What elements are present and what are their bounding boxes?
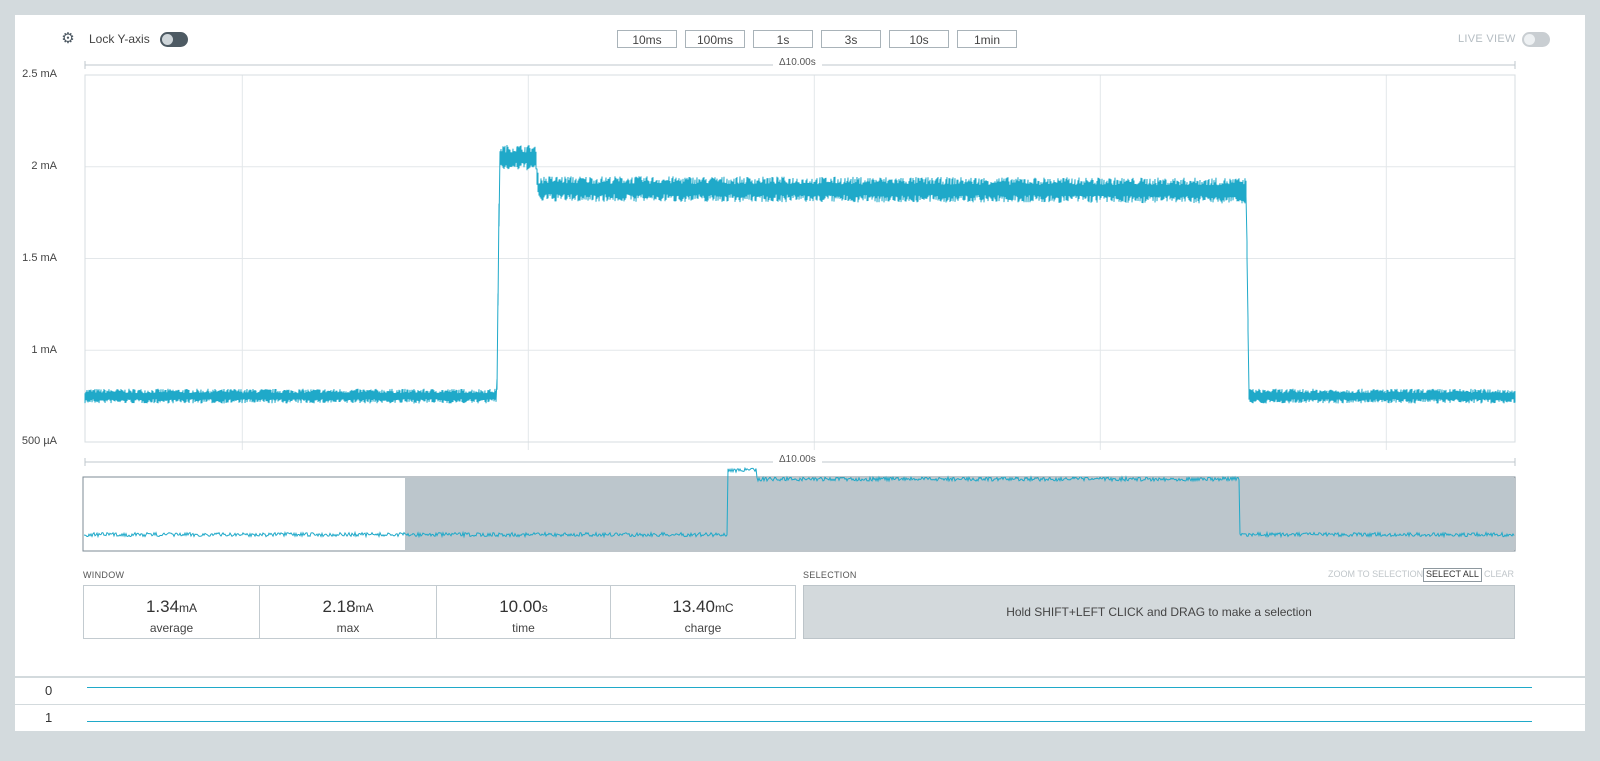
selection-section-title: SELECTION: [803, 570, 857, 580]
current-chart[interactable]: [15, 15, 1585, 560]
digital-channel-label: 1: [45, 710, 53, 725]
stat-number: 13.40: [672, 597, 715, 616]
current-trace: [84, 144, 1516, 404]
stat-value: 10.00s: [437, 597, 610, 617]
window-stats: 1.34mA average 2.18mA max 10.00s time 13…: [83, 585, 796, 639]
stat-value: 1.34mA: [84, 597, 259, 617]
digital-channel-trace: [87, 687, 1532, 688]
stat-unit: mA: [355, 601, 374, 615]
y-tick-label: 2.5 mA: [22, 68, 57, 80]
stat-value: 13.40mC: [611, 597, 795, 617]
stat-time: 10.00s time: [437, 586, 611, 638]
clear-button[interactable]: CLEAR: [1482, 568, 1516, 580]
stat-unit: mA: [179, 601, 198, 615]
digital-channel-0: 0: [15, 678, 1585, 704]
window-section-title: WINDOW: [83, 570, 125, 580]
y-tick-label: 2 mA: [31, 160, 57, 172]
stat-label: max: [336, 621, 360, 635]
minimap-outside-window: [405, 478, 1514, 550]
selection-hint: Hold SHIFT+LEFT CLICK and DRAG to make a…: [1006, 605, 1312, 619]
digital-channel-trace: [87, 721, 1532, 722]
stat-value: 2.18mA: [260, 597, 436, 617]
zoom-to-selection-button[interactable]: ZOOM TO SELECTION: [1326, 568, 1425, 580]
stat-number: 1.34: [145, 597, 180, 616]
y-tick-label: 500 µA: [21, 435, 57, 447]
digital-channel-1: 1: [15, 705, 1585, 731]
stat-label: charge: [684, 621, 722, 635]
stat-max: 2.18mA max: [260, 586, 437, 638]
selection-hint-box[interactable]: Hold SHIFT+LEFT CLICK and DRAG to make a…: [803, 585, 1515, 639]
stat-unit: mC: [714, 601, 734, 615]
stat-label: average: [149, 621, 194, 635]
y-tick-label: 1.5 mA: [22, 252, 57, 264]
stat-unit: s: [541, 601, 548, 615]
stat-number: 10.00: [499, 597, 542, 616]
stat-charge: 13.40mC charge: [611, 586, 795, 638]
stat-number: 2.18: [322, 597, 356, 616]
stat-average: 1.34mA average: [84, 586, 260, 638]
y-tick-label: 1 mA: [31, 344, 57, 356]
power-profiler-panel: ⚙ Lock Y-axis 10ms 100ms 1s 3s 10s 1min …: [15, 15, 1585, 676]
digital-channel-label: 0: [45, 683, 53, 698]
stat-label: time: [512, 621, 535, 635]
delta-top-label: Δ10.00s: [773, 57, 822, 68]
select-all-button[interactable]: SELECT ALL: [1423, 568, 1482, 582]
delta-bottom-label: Δ10.00s: [773, 454, 822, 465]
